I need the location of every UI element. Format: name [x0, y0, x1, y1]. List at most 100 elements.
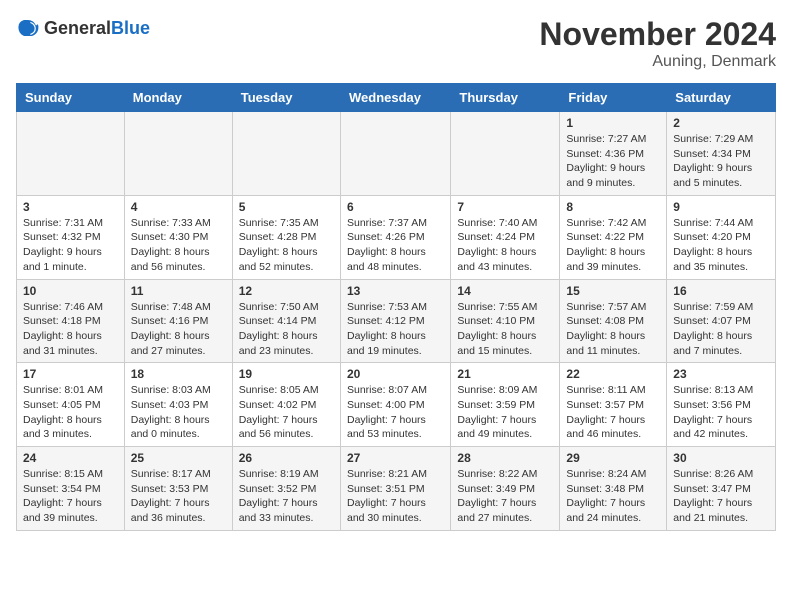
day-info: Sunrise: 7:33 AMSunset: 4:30 PMDaylight:…	[131, 216, 226, 275]
calendar-cell	[340, 112, 450, 196]
day-number: 4	[131, 200, 226, 214]
calendar-cell: 26 Sunrise: 8:19 AMSunset: 3:52 PMDayligh…	[232, 447, 340, 531]
calendar-cell: 8 Sunrise: 7:42 AMSunset: 4:22 PMDaylight…	[560, 195, 667, 279]
day-info: Sunrise: 8:07 AMSunset: 4:00 PMDaylight:…	[347, 383, 444, 442]
calendar-cell: 12Sunrise: 7:50 AMSunset: 4:14 PMDayligh…	[232, 279, 340, 363]
calendar-cell: 3 Sunrise: 7:31 AMSunset: 4:32 PMDaylight…	[17, 195, 125, 279]
calendar-cell: 14Sunrise: 7:55 AMSunset: 4:10 PMDayligh…	[451, 279, 560, 363]
day-info: Sunrise: 7:37 AMSunset: 4:26 PMDaylight:…	[347, 216, 444, 275]
day-number: 17	[23, 367, 118, 381]
day-number: 2	[673, 116, 769, 130]
day-info: Sunrise: 7:57 AMSunset: 4:08 PMDaylight:…	[566, 300, 660, 359]
calendar-week-row: 1Sunrise: 7:27 AMSunset: 4:36 PMDaylight…	[17, 112, 776, 196]
calendar-week-row: 3 Sunrise: 7:31 AMSunset: 4:32 PMDaylight…	[17, 195, 776, 279]
logo-blue: Blue	[111, 18, 150, 38]
calendar-cell: 25Sunrise: 8:17 AMSunset: 3:53 PMDayligh…	[124, 447, 232, 531]
day-info: Sunrise: 7:50 AMSunset: 4:14 PMDaylight:…	[239, 300, 334, 359]
day-number: 3	[23, 200, 118, 214]
day-number: 22	[566, 367, 660, 381]
day-number: 24	[23, 451, 118, 465]
day-number: 8	[566, 200, 660, 214]
day-number: 7	[457, 200, 553, 214]
day-info: Sunrise: 7:35 AMSunset: 4:28 PMDaylight:…	[239, 216, 334, 275]
day-info: Sunrise: 8:26 AMSunset: 3:47 PMDaylight:…	[673, 467, 769, 526]
day-info: Sunrise: 7:40 AMSunset: 4:24 PMDaylight:…	[457, 216, 553, 275]
day-info: Sunrise: 8:22 AMSunset: 3:49 PMDaylight:…	[457, 467, 553, 526]
calendar-cell: 17 Sunrise: 8:01 AMSunset: 4:05 PMDayligh…	[17, 363, 125, 447]
title-area: November 2024 Auning, Denmark	[539, 16, 776, 71]
calendar-cell: 16 Sunrise: 7:59 AMSunset: 4:07 PMDayligh…	[667, 279, 776, 363]
day-info: Sunrise: 8:15 AMSunset: 3:54 PMDaylight:…	[23, 467, 118, 526]
location-title: Auning, Denmark	[539, 53, 776, 71]
day-number: 29	[566, 451, 660, 465]
day-number: 27	[347, 451, 444, 465]
calendar-cell: 23Sunrise: 8:13 AMSunset: 3:56 PMDayligh…	[667, 363, 776, 447]
calendar-cell: 10 Sunrise: 7:46 AMSunset: 4:18 PMDayligh…	[17, 279, 125, 363]
calendar-cell: 9 Sunrise: 7:44 AMSunset: 4:20 PMDaylight…	[667, 195, 776, 279]
day-info: Sunrise: 7:48 AMSunset: 4:16 PMDaylight:…	[131, 300, 226, 359]
calendar-cell: 24 Sunrise: 8:15 AMSunset: 3:54 PMDayligh…	[17, 447, 125, 531]
calendar-cell: 28Sunrise: 8:22 AMSunset: 3:49 PMDayligh…	[451, 447, 560, 531]
day-info: Sunrise: 8:19 AMSunset: 3:52 PMDaylight:…	[239, 467, 334, 526]
day-number: 26	[239, 451, 334, 465]
calendar-cell: 7 Sunrise: 7:40 AMSunset: 4:24 PMDaylight…	[451, 195, 560, 279]
day-info: Sunrise: 8:17 AMSunset: 3:53 PMDaylight:…	[131, 467, 226, 526]
day-info: Sunrise: 8:03 AMSunset: 4:03 PMDaylight:…	[131, 383, 226, 442]
day-number: 6	[347, 200, 444, 214]
col-sunday: Sunday	[17, 84, 125, 112]
day-number: 11	[131, 284, 226, 298]
calendar-cell: 4 Sunrise: 7:33 AMSunset: 4:30 PMDaylight…	[124, 195, 232, 279]
calendar-cell	[451, 112, 560, 196]
calendar-cell: 1Sunrise: 7:27 AMSunset: 4:36 PMDaylight…	[560, 112, 667, 196]
day-info: Sunrise: 8:21 AMSunset: 3:51 PMDaylight:…	[347, 467, 444, 526]
day-info: Sunrise: 7:42 AMSunset: 4:22 PMDaylight:…	[566, 216, 660, 275]
day-number: 20	[347, 367, 444, 381]
day-number: 23	[673, 367, 769, 381]
calendar-week-row: 24 Sunrise: 8:15 AMSunset: 3:54 PMDayligh…	[17, 447, 776, 531]
day-info: Sunrise: 7:44 AMSunset: 4:20 PMDaylight:…	[673, 216, 769, 275]
logo: GeneralBlue	[16, 16, 150, 40]
calendar-cell: 30Sunrise: 8:26 AMSunset: 3:47 PMDayligh…	[667, 447, 776, 531]
day-info: Sunrise: 7:27 AMSunset: 4:36 PMDaylight:…	[566, 132, 660, 191]
calendar-header-row: Sunday Monday Tuesday Wednesday Thursday…	[17, 84, 776, 112]
calendar-cell: 5 Sunrise: 7:35 AMSunset: 4:28 PMDaylight…	[232, 195, 340, 279]
calendar-cell: 22 Sunrise: 8:11 AMSunset: 3:57 PMDayligh…	[560, 363, 667, 447]
header: GeneralBlue November 2024 Auning, Denmar…	[16, 16, 776, 71]
calendar-cell	[124, 112, 232, 196]
calendar-cell: 29 Sunrise: 8:24 AMSunset: 3:48 PMDayligh…	[560, 447, 667, 531]
month-title: November 2024	[539, 16, 776, 53]
logo-text: GeneralBlue	[44, 18, 150, 39]
col-monday: Monday	[124, 84, 232, 112]
day-info: Sunrise: 7:46 AMSunset: 4:18 PMDaylight:…	[23, 300, 118, 359]
day-info: Sunrise: 7:59 AMSunset: 4:07 PMDaylight:…	[673, 300, 769, 359]
day-number: 16	[673, 284, 769, 298]
day-number: 9	[673, 200, 769, 214]
day-info: Sunrise: 7:55 AMSunset: 4:10 PMDaylight:…	[457, 300, 553, 359]
day-number: 15	[566, 284, 660, 298]
day-info: Sunrise: 8:01 AMSunset: 4:05 PMDaylight:…	[23, 383, 118, 442]
calendar-cell: 21Sunrise: 8:09 AMSunset: 3:59 PMDayligh…	[451, 363, 560, 447]
calendar-week-row: 10 Sunrise: 7:46 AMSunset: 4:18 PMDayligh…	[17, 279, 776, 363]
day-info: Sunrise: 7:29 AMSunset: 4:34 PMDaylight:…	[673, 132, 769, 191]
col-saturday: Saturday	[667, 84, 776, 112]
day-info: Sunrise: 8:24 AMSunset: 3:48 PMDaylight:…	[566, 467, 660, 526]
calendar-cell: 20 Sunrise: 8:07 AMSunset: 4:00 PMDayligh…	[340, 363, 450, 447]
day-number: 5	[239, 200, 334, 214]
calendar-cell: 19Sunrise: 8:05 AMSunset: 4:02 PMDayligh…	[232, 363, 340, 447]
day-info: Sunrise: 7:53 AMSunset: 4:12 PMDaylight:…	[347, 300, 444, 359]
calendar-cell: 13Sunrise: 7:53 AMSunset: 4:12 PMDayligh…	[340, 279, 450, 363]
col-wednesday: Wednesday	[340, 84, 450, 112]
calendar-week-row: 17 Sunrise: 8:01 AMSunset: 4:05 PMDayligh…	[17, 363, 776, 447]
day-info: Sunrise: 7:31 AMSunset: 4:32 PMDaylight:…	[23, 216, 118, 275]
logo-general: General	[44, 18, 111, 38]
day-number: 19	[239, 367, 334, 381]
day-number: 21	[457, 367, 553, 381]
calendar-cell	[17, 112, 125, 196]
calendar-cell: 15 Sunrise: 7:57 AMSunset: 4:08 PMDayligh…	[560, 279, 667, 363]
calendar-cell: 11 Sunrise: 7:48 AMSunset: 4:16 PMDayligh…	[124, 279, 232, 363]
day-info: Sunrise: 8:11 AMSunset: 3:57 PMDaylight:…	[566, 383, 660, 442]
col-tuesday: Tuesday	[232, 84, 340, 112]
calendar-table: Sunday Monday Tuesday Wednesday Thursday…	[16, 83, 776, 531]
day-number: 10	[23, 284, 118, 298]
day-number: 18	[131, 367, 226, 381]
